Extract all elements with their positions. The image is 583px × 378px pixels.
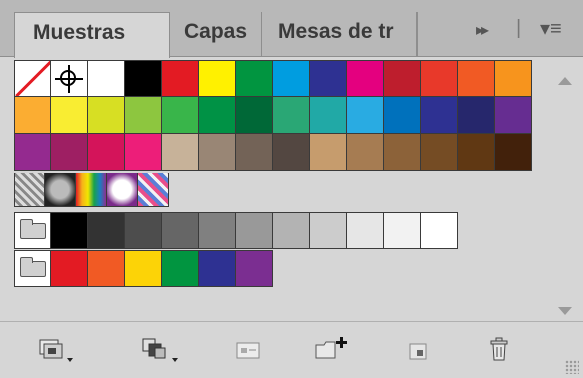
color-swatch[interactable]	[125, 250, 162, 287]
color-swatch[interactable]	[162, 97, 199, 134]
color-swatch[interactable]	[421, 134, 458, 171]
color-swatch[interactable]	[384, 60, 421, 97]
color-swatch[interactable]	[421, 97, 458, 134]
color-swatch[interactable]	[51, 212, 88, 249]
color-swatch[interactable]	[273, 60, 310, 97]
color-swatch[interactable]	[458, 134, 495, 171]
color-swatch[interactable]	[236, 134, 273, 171]
color-swatch[interactable]	[384, 134, 421, 171]
folder-icon[interactable]	[14, 212, 51, 249]
color-swatch[interactable]	[51, 134, 88, 171]
color-swatch[interactable]	[162, 212, 199, 249]
swatch-options-icon[interactable]	[234, 336, 264, 364]
grays-color-group	[14, 212, 458, 249]
color-swatch[interactable]	[273, 134, 310, 171]
tab-mesas-de-trabajo[interactable]: Mesas de tr	[264, 12, 416, 57]
color-swatch[interactable]	[384, 97, 421, 134]
color-swatch[interactable]	[310, 212, 347, 249]
none-swatch-icon[interactable]	[14, 60, 51, 97]
color-swatch[interactable]	[199, 134, 236, 171]
color-swatch[interactable]	[421, 212, 458, 249]
color-swatch[interactable]	[88, 97, 125, 134]
color-swatch[interactable]	[421, 60, 458, 97]
color-swatch[interactable]	[199, 97, 236, 134]
pattern-swatch[interactable]	[14, 173, 45, 207]
color-swatch[interactable]	[162, 134, 199, 171]
tab-muestras[interactable]: Muestras	[14, 12, 170, 58]
color-swatch[interactable]	[14, 134, 51, 171]
color-swatch[interactable]	[51, 250, 88, 287]
resize-grip-icon[interactable]	[565, 360, 579, 374]
panel-toolbar	[0, 321, 583, 378]
color-swatch[interactable]	[125, 97, 162, 134]
color-swatch[interactable]	[125, 60, 162, 97]
color-swatch[interactable]	[88, 212, 125, 249]
color-swatch[interactable]	[162, 60, 199, 97]
swatch-row	[14, 60, 532, 97]
color-swatch[interactable]	[236, 250, 273, 287]
color-swatch[interactable]	[347, 97, 384, 134]
color-swatch[interactable]	[495, 60, 532, 97]
color-swatch[interactable]	[88, 60, 125, 97]
color-swatch[interactable]	[88, 250, 125, 287]
panel-menu-icon[interactable]: ▾≡	[540, 16, 562, 41]
color-swatch[interactable]	[495, 97, 532, 134]
radial-purple-gradient-swatch[interactable]	[107, 173, 138, 207]
color-swatch[interactable]	[125, 134, 162, 171]
radial-gradient-swatch[interactable]	[45, 173, 76, 207]
color-swatch[interactable]	[347, 60, 384, 97]
swatch-row	[14, 134, 532, 171]
color-swatch[interactable]	[199, 250, 236, 287]
color-swatch[interactable]	[347, 212, 384, 249]
color-swatch[interactable]	[88, 134, 125, 171]
swatch-row	[14, 97, 532, 134]
new-swatch-icon[interactable]	[406, 336, 434, 364]
color-swatch[interactable]	[199, 60, 236, 97]
controls-divider: |	[516, 17, 522, 39]
expand-panels-icon[interactable]: ▸▸	[476, 20, 489, 40]
color-swatch[interactable]	[458, 97, 495, 134]
color-swatch[interactable]	[236, 97, 273, 134]
swatch-grid	[14, 57, 546, 321]
vertical-scrollbar[interactable]	[547, 57, 583, 321]
scroll-up-icon[interactable]	[558, 77, 572, 85]
color-swatch[interactable]	[384, 212, 421, 249]
color-swatch[interactable]	[347, 134, 384, 171]
color-swatch[interactable]	[125, 212, 162, 249]
new-color-group-icon[interactable]	[313, 336, 353, 364]
scroll-down-icon[interactable]	[558, 307, 572, 315]
rainbow-gradient-swatch[interactable]	[76, 173, 107, 207]
color-swatch[interactable]	[51, 97, 88, 134]
color-swatch[interactable]	[273, 97, 310, 134]
folder-icon[interactable]	[14, 250, 51, 287]
color-swatch[interactable]	[495, 134, 532, 171]
color-swatch[interactable]	[310, 134, 347, 171]
color-swatch[interactable]	[273, 212, 310, 249]
tab-capas[interactable]: Capas	[172, 12, 262, 57]
color-swatch[interactable]	[310, 60, 347, 97]
color-swatch[interactable]	[310, 97, 347, 134]
tab-divider	[416, 12, 418, 57]
brights-color-group	[14, 250, 273, 287]
color-swatch[interactable]	[236, 212, 273, 249]
color-swatch[interactable]	[14, 97, 51, 134]
trash-icon[interactable]	[486, 336, 514, 364]
panel-tab-bar: Muestras Capas Mesas de tr ▸▸ | ▾≡	[0, 0, 583, 58]
swatch-library-icon[interactable]	[38, 336, 78, 364]
color-swatch[interactable]	[236, 60, 273, 97]
color-swatch[interactable]	[458, 60, 495, 97]
color-swatch[interactable]	[199, 212, 236, 249]
color-swatch[interactable]	[162, 250, 199, 287]
pattern-swatch[interactable]	[138, 173, 169, 207]
registration-target-icon[interactable]	[51, 60, 88, 97]
gradient-pattern-row	[14, 173, 169, 210]
swatch-kinds-icon[interactable]	[140, 336, 184, 364]
